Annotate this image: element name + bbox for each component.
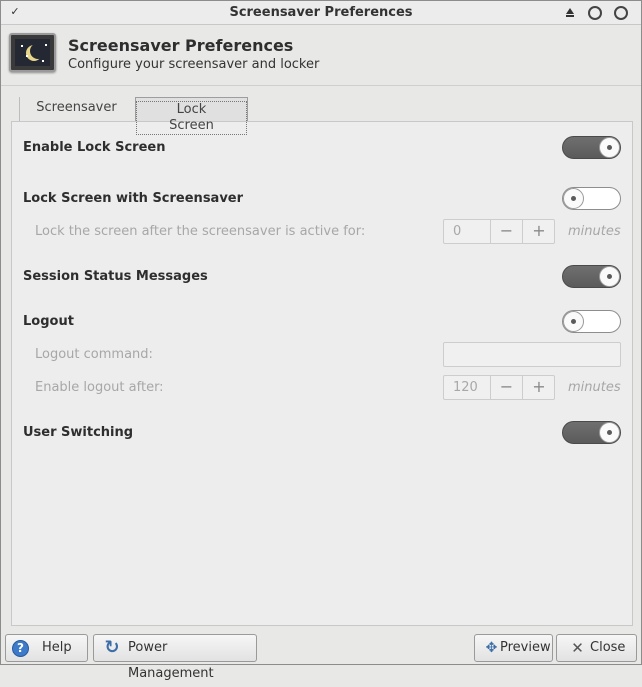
logout-after-value[interactable]: 120: [444, 376, 491, 399]
lock-after-label: Lock the screen after the screensaver is…: [35, 224, 366, 239]
switch-knob: [563, 311, 584, 332]
user-switching-label: User Switching: [23, 425, 134, 440]
logout-switch[interactable]: [562, 310, 621, 333]
screensaver-preferences-window: ✓ Screensaver Preferences Screensaver Pr…: [0, 0, 642, 681]
page-title: Screensaver Preferences: [68, 36, 294, 55]
logout-label: Logout: [23, 314, 74, 329]
logout-command-input[interactable]: [443, 342, 621, 367]
enable-lock-screen-switch[interactable]: [562, 136, 621, 159]
logout-command-label: Logout command:: [35, 347, 153, 362]
help-button-label: Help: [42, 640, 72, 655]
logout-after-label: Enable logout after:: [35, 380, 164, 395]
dialog-header: Screensaver Preferences Configure your s…: [1, 26, 641, 86]
session-status-switch[interactable]: [562, 265, 621, 288]
switch-knob: [563, 188, 584, 209]
close-button[interactable]: ✕ Close: [556, 634, 637, 662]
preview-icon: ✥: [485, 640, 498, 656]
lock-after-increment-button[interactable]: +: [523, 220, 555, 243]
lock-with-screensaver-label: Lock Screen with Screensaver: [23, 191, 244, 206]
lock-with-screensaver-switch[interactable]: [562, 187, 621, 210]
window-title: Screensaver Preferences: [229, 5, 413, 20]
switch-knob: [599, 266, 620, 287]
logout-after-increment-button[interactable]: +: [523, 376, 555, 399]
help-button[interactable]: ? Help: [5, 634, 88, 662]
logout-after-decrement-button[interactable]: −: [491, 376, 523, 399]
tab-lock-screen-label: Lock Screen: [136, 101, 247, 135]
preview-button[interactable]: ✥ Preview: [474, 634, 553, 662]
lock-after-spinbutton: 0 − +: [443, 219, 555, 244]
tab-lock-screen[interactable]: Lock Screen: [135, 97, 248, 135]
page-subtitle: Configure your screensaver and locker: [68, 57, 320, 72]
switch-knob: [599, 137, 620, 158]
maximize-window-icon[interactable]: [588, 6, 602, 20]
power-management-button-label: Power Management: [128, 640, 214, 681]
tab-screensaver[interactable]: Screensaver: [19, 97, 133, 121]
shade-window-icon[interactable]: [563, 6, 577, 20]
logout-after-unit: minutes: [568, 380, 621, 395]
switch-knob: [599, 422, 620, 443]
session-status-label: Session Status Messages: [23, 269, 208, 284]
lock-after-decrement-button[interactable]: −: [491, 220, 523, 243]
logout-after-spinbutton: 120 − +: [443, 375, 555, 400]
close-icon: ✕: [571, 639, 584, 657]
user-switching-switch[interactable]: [562, 421, 621, 444]
screensaver-moon-icon: [9, 33, 56, 72]
lock-after-unit: minutes: [568, 224, 621, 239]
title-bar: ✓ Screensaver Preferences: [1, 1, 641, 25]
lock-after-value[interactable]: 0: [444, 220, 491, 243]
close-window-icon[interactable]: [614, 6, 628, 20]
power-management-icon: ↻: [104, 637, 120, 658]
tab-screensaver-label: Screensaver: [36, 100, 117, 115]
enable-lock-screen-label: Enable Lock Screen: [23, 140, 166, 155]
help-icon: ?: [12, 640, 29, 657]
power-management-button[interactable]: ↻ Power Management: [93, 634, 257, 681]
close-button-label: Close: [590, 640, 626, 655]
preview-button-label: Preview: [500, 640, 551, 655]
